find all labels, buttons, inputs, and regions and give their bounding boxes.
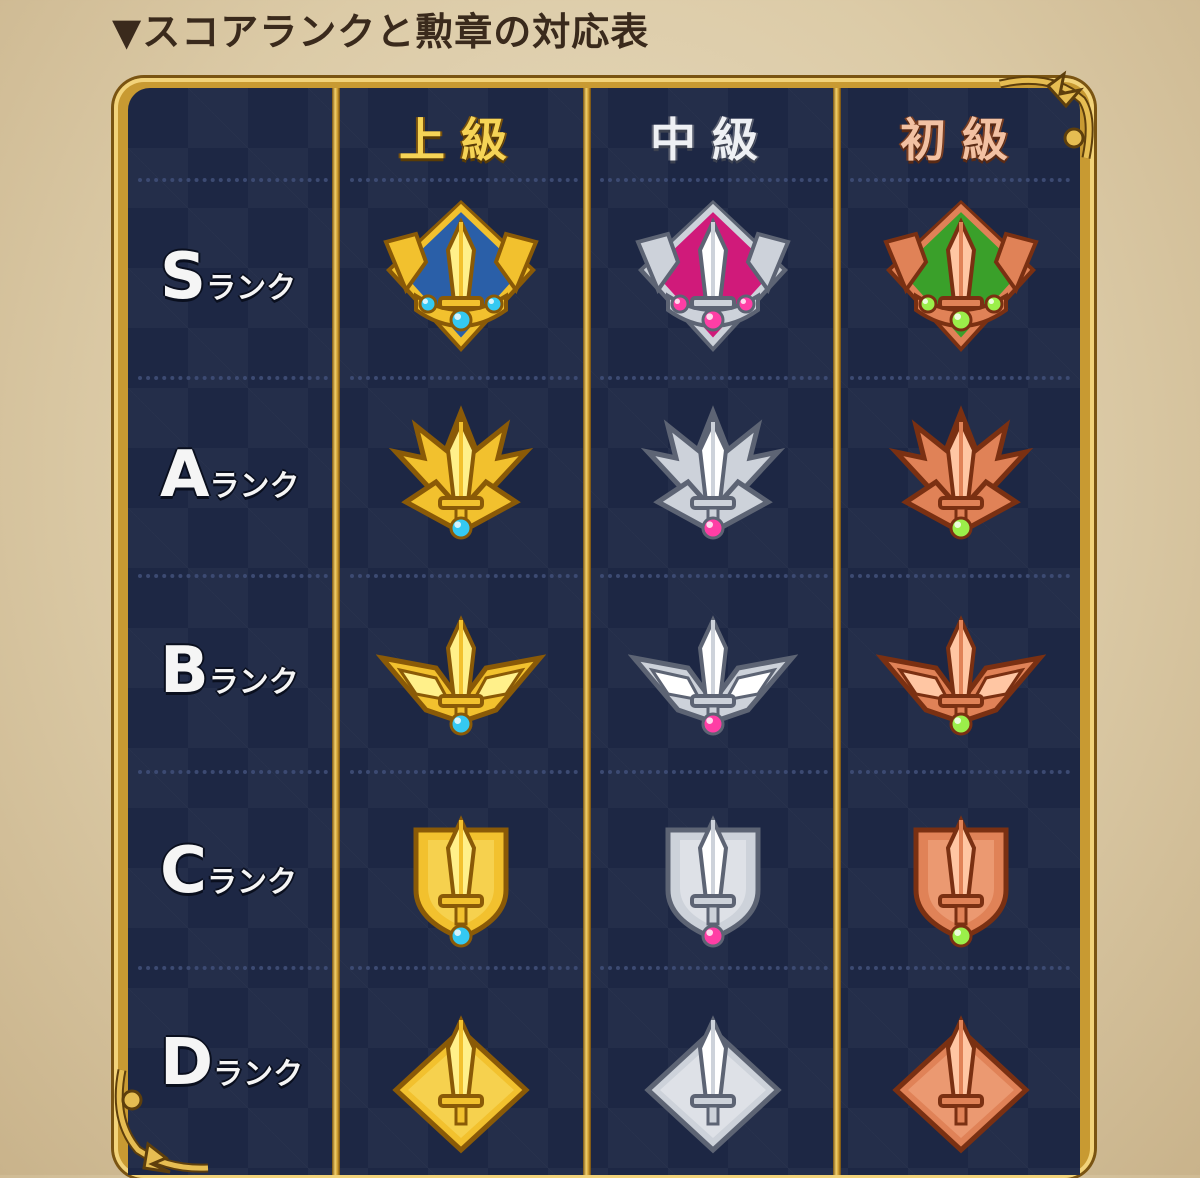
column-header-advanced: 上級: [399, 113, 523, 167]
rank-label-a: Aランク: [160, 438, 300, 512]
column-header-beginner: 初級: [900, 113, 1024, 167]
rank-label-d: Dランク: [160, 1026, 304, 1100]
medal-d-silver-icon: [628, 990, 798, 1160]
section-heading: ▼スコアランクと勲章の対応表: [112, 10, 650, 54]
rank-label-c: Cランク: [160, 834, 297, 908]
medal-b-silver-icon: [627, 590, 799, 760]
medal-s-silver-icon: [628, 192, 798, 362]
medal-a-bronze-icon: [876, 392, 1046, 562]
column-header-intermediate: 中級: [650, 113, 774, 167]
row-separator: [600, 376, 828, 380]
row-separator: [600, 770, 828, 774]
medal-c-gold-icon: [376, 790, 546, 960]
medal-d-bronze-icon: [876, 990, 1046, 1160]
rank-label-s: Sランク: [160, 240, 297, 314]
column-divider: [583, 88, 591, 1175]
row-separator: [350, 574, 578, 578]
medal-s-gold-icon: [376, 192, 546, 362]
medal-c-bronze-icon: [876, 790, 1046, 960]
column-divider: [833, 88, 841, 1175]
rank-label-b: Bランク: [160, 634, 299, 708]
medal-b-bronze-icon: [875, 590, 1047, 760]
row-separator: [600, 574, 828, 578]
row-separator: [138, 178, 328, 182]
row-separator: [850, 966, 1070, 970]
medal-a-silver-icon: [628, 392, 798, 562]
row-separator: [600, 966, 828, 970]
row-separator: [850, 770, 1070, 774]
medal-a-gold-icon: [376, 392, 546, 562]
row-separator: [138, 574, 328, 578]
medal-d-gold-icon: [376, 990, 546, 1160]
row-separator: [138, 376, 328, 380]
row-separator: [850, 574, 1070, 578]
row-separator: [350, 376, 578, 380]
row-separator: [350, 770, 578, 774]
medal-c-silver-icon: [628, 790, 798, 960]
row-separator: [350, 966, 578, 970]
row-separator: [138, 966, 328, 970]
row-separator: [850, 376, 1070, 380]
row-separator: [850, 178, 1070, 182]
row-separator: [138, 770, 328, 774]
row-separator: [600, 178, 828, 182]
row-separator: [350, 178, 578, 182]
medal-b-gold-icon: [375, 590, 547, 760]
medal-s-bronze-icon: [876, 192, 1046, 362]
